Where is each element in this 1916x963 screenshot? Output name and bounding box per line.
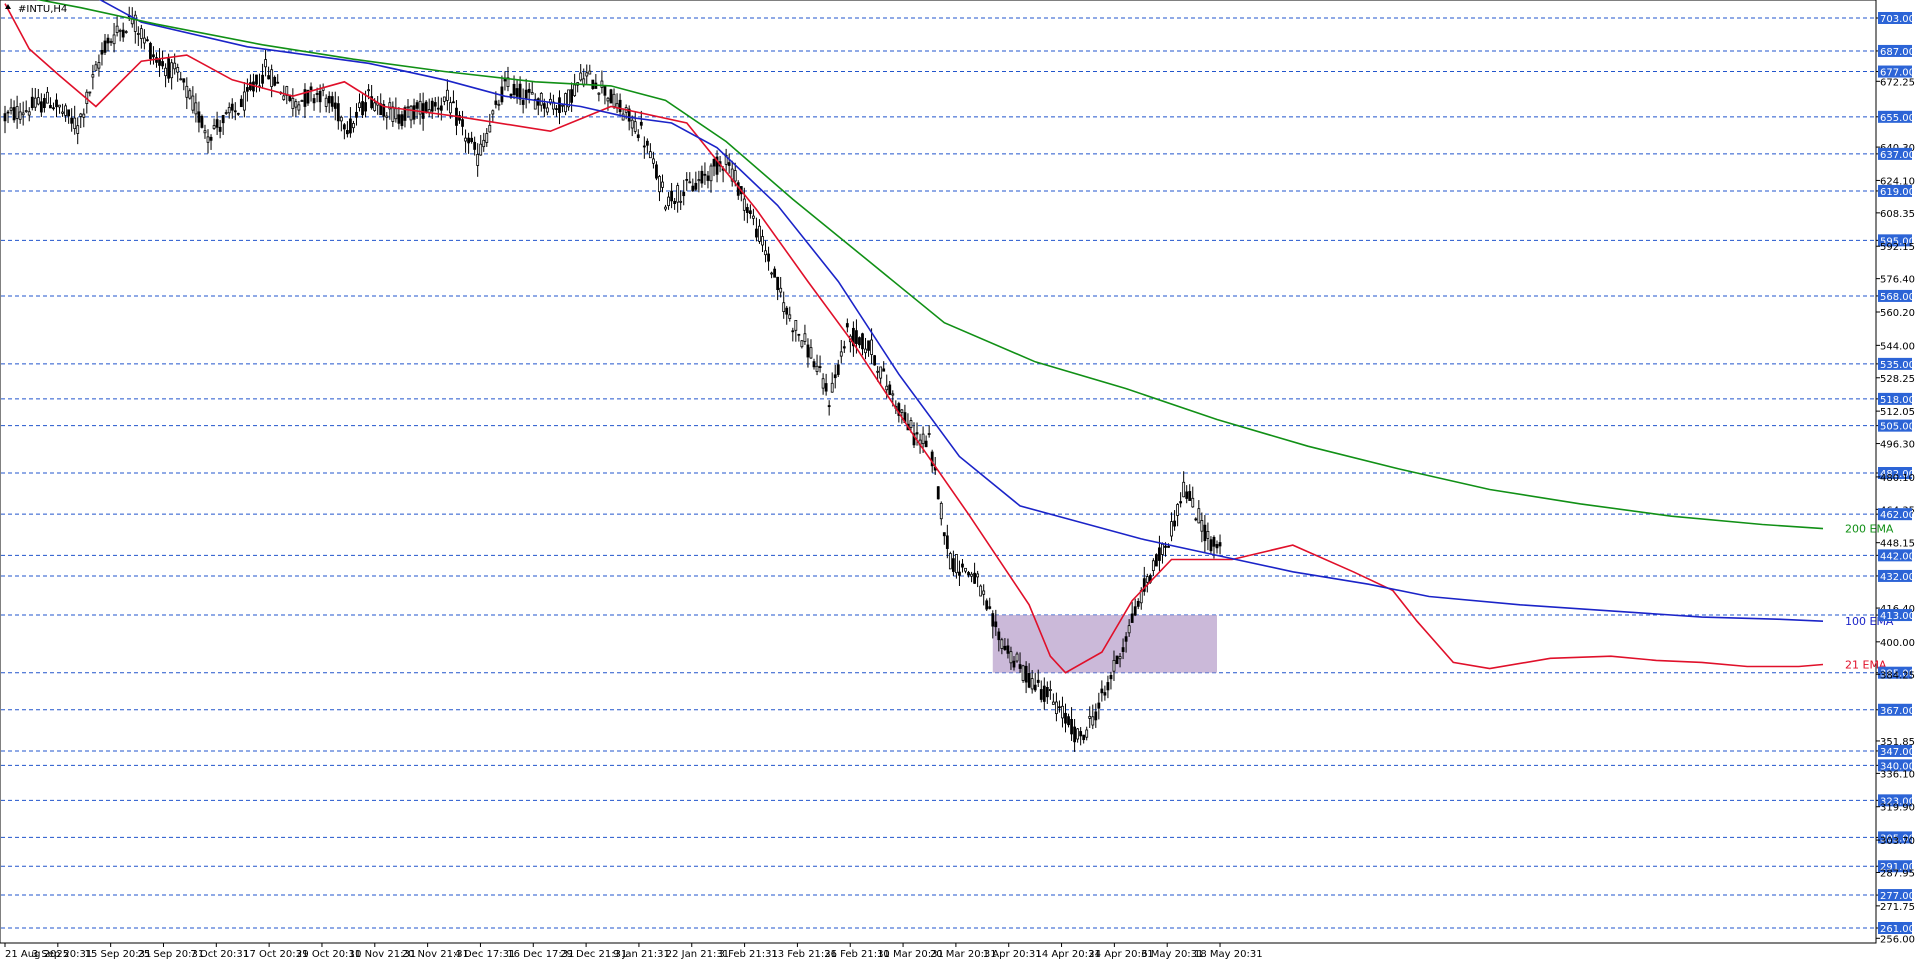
level-price-label: 413.00 <box>1880 611 1915 622</box>
x-tick-label: 1 Apr 20:31 <box>983 949 1042 960</box>
level-price-label: 442.00 <box>1880 551 1915 562</box>
x-tick-label: 3 Sep 20:31 <box>32 949 92 960</box>
x-tick-label: 18 May 20:31 <box>1194 949 1263 960</box>
y-tick-label: 544.00 <box>1880 341 1915 352</box>
x-tick-label: 9 Jan 21:31 <box>613 949 670 960</box>
y-tick-label: 336.10 <box>1880 769 1915 780</box>
x-tick-label: 7 Oct 20:31 <box>190 949 249 960</box>
level-price-label: 619.00 <box>1880 187 1915 198</box>
y-tick-label: 319.90 <box>1880 803 1915 814</box>
level-price-label: 367.00 <box>1880 706 1915 717</box>
y-tick-label: 512.05 <box>1880 407 1915 418</box>
candle <box>1115 655 1119 665</box>
price-chart: 21 EMA100 EMA200 EMA 703.00687.00677.006… <box>0 0 1915 960</box>
candle <box>948 551 952 570</box>
level-price-label: 518.00 <box>1880 395 1915 406</box>
candle <box>609 88 613 104</box>
time-axis: 21 Aug 20253 Sep 20:3115 Sep 20:3125 Sep… <box>4 943 1263 960</box>
level-price-label: 432.00 <box>1880 572 1915 583</box>
y-tick-label: 287.95 <box>1880 869 1915 880</box>
level-price-label: 568.00 <box>1880 292 1915 303</box>
y-tick-label: 480.10 <box>1880 473 1915 484</box>
level-price-label: 703.00 <box>1880 14 1915 25</box>
level-price-label: 277.00 <box>1880 891 1915 902</box>
level-price-label: 347.00 <box>1880 747 1915 758</box>
y-tick-label: 256.00 <box>1880 934 1915 945</box>
y-tick-label: 576.40 <box>1880 275 1915 286</box>
200-ema-label: 200 EMA <box>1845 523 1894 536</box>
x-tick-label: 3 Feb 21:31 <box>719 949 778 960</box>
level-price-label: 462.00 <box>1880 510 1915 521</box>
level-price-label: 687.00 <box>1880 47 1915 58</box>
level-price-label: 637.00 <box>1880 150 1915 161</box>
y-tick-label: 608.35 <box>1880 209 1915 220</box>
chart-title: #INTU,H4 <box>18 4 67 15</box>
level-price-label: 535.00 <box>1880 360 1915 371</box>
candle <box>979 584 983 597</box>
y-tick-label: 448.15 <box>1880 539 1915 550</box>
y-tick-label: 303.70 <box>1880 836 1915 847</box>
x-tick-label: 4 Dec 17:31 <box>454 949 515 960</box>
y-tick-label: 271.75 <box>1880 902 1915 913</box>
y-tick-label: 672.25 <box>1880 77 1915 88</box>
candle <box>936 486 940 500</box>
candle <box>1155 553 1158 567</box>
price-axis: 703.00687.00677.00672.25655.00640.30637.… <box>1876 12 1915 945</box>
y-tick-label: 384.25 <box>1880 670 1915 681</box>
candle <box>273 75 277 87</box>
candle <box>1021 664 1025 683</box>
y-tick-label: 496.30 <box>1880 440 1915 451</box>
level-price-label: 505.00 <box>1880 422 1915 433</box>
y-tick-label: 528.25 <box>1880 374 1915 385</box>
level-price-label: 655.00 <box>1880 113 1915 124</box>
candle <box>200 114 204 129</box>
candle <box>873 354 877 366</box>
y-tick-label: 560.20 <box>1880 308 1915 319</box>
y-tick-label: 592.15 <box>1880 242 1915 253</box>
y-tick-label: 400.00 <box>1880 638 1915 649</box>
